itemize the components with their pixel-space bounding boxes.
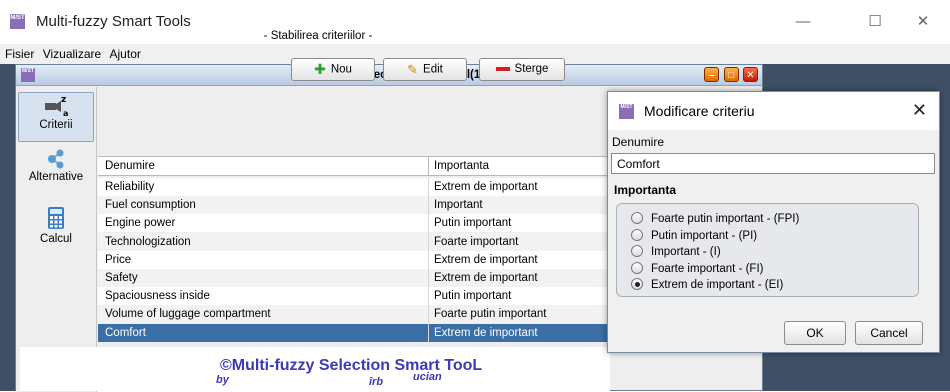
- delete-criterion-button[interactable]: Sterge: [479, 58, 565, 81]
- criteria-icon: z a: [45, 95, 68, 118]
- edit-criterion-dialog: M/ST Modificare criteriu ✕ Denumire Comf…: [607, 91, 940, 353]
- menu-bar: Fisier Vizualizare Ajutor: [0, 44, 950, 64]
- table-row[interactable]: Comfort Extrem de important: [98, 323, 608, 342]
- cell-importanta: Putin important: [434, 290, 512, 303]
- footer-title: ©Multi-fuzzy Selection Smart TooL: [220, 357, 483, 374]
- importance-radio-group: Foarte putin important - (FPI) Putin impo…: [616, 203, 919, 297]
- sidebar-item-label: Calcul: [40, 233, 72, 245]
- cell-denumire: Volume of luggage compartment: [105, 308, 271, 321]
- criteria-table-header: Denumire Importanta: [98, 156, 608, 176]
- edit-criterion-button[interactable]: ✎ Edit: [383, 58, 467, 81]
- cell-importanta: Extrem de important: [434, 253, 538, 266]
- table-row[interactable]: Fuel consumption Important: [98, 196, 608, 215]
- menu-ajutor[interactable]: Ajutor: [110, 44, 141, 61]
- dialog-close-icon[interactable]: ✕: [912, 100, 927, 121]
- importance-option[interactable]: Putin important - (PI): [631, 228, 758, 242]
- sidebar-item-label: Alternative: [28, 171, 84, 183]
- dialog-logo-icon: M/ST: [619, 104, 634, 119]
- importance-option[interactable]: Extrem de important - (EI): [631, 278, 783, 291]
- ok-button[interactable]: OK: [784, 321, 846, 345]
- cancel-button[interactable]: Cancel: [855, 321, 923, 345]
- cell-denumire: Engine power: [105, 217, 176, 230]
- cell-denumire: Reliability: [105, 181, 155, 193]
- criteria-heading: - Stabilirea criteriilor -: [263, 30, 373, 42]
- sidebar-item-label: Criterii: [39, 119, 73, 131]
- add-criterion-button[interactable]: ✚ Nou: [291, 58, 375, 81]
- importance-option[interactable]: Foarte important - (FI): [631, 261, 764, 275]
- cell-importanta: Extrem de important: [434, 181, 538, 193]
- cell-importanta: Extrem de important: [434, 272, 538, 284]
- cell-importanta: Putin important: [434, 217, 512, 230]
- table-row[interactable]: Spaciousness inside Putin important: [98, 287, 608, 306]
- table-row[interactable]: Engine power Putin important: [98, 214, 608, 233]
- cell-denumire: Technologization: [105, 235, 191, 248]
- footer-by: by: [216, 374, 229, 386]
- dialog-titlebar[interactable]: M/ST Modificare criteriu ✕: [608, 92, 939, 130]
- radio-label: Important - (I): [651, 246, 721, 258]
- footer-credit: ©Multi-fuzzy Selection Smart TooL by îrb…: [20, 347, 610, 391]
- app-logo-icon: M/ST: [10, 14, 25, 29]
- table-row[interactable]: Technologization Foarte important: [98, 232, 608, 251]
- cell-importanta: Important: [434, 199, 483, 212]
- table-row[interactable]: Volume of luggage compartment Foarte puti…: [98, 305, 608, 324]
- radio-label: Foarte putin important - (FPI): [651, 213, 800, 225]
- menu-vizualizare[interactable]: Vizualizare: [43, 44, 101, 61]
- radio-label: Extrem de important - (EI): [651, 279, 784, 291]
- footer-irb: îrb: [369, 376, 384, 388]
- sidebar-item-alternative[interactable]: Alternative: [18, 147, 94, 197]
- column-header-importanta[interactable]: Importanta: [434, 160, 489, 172]
- cell-importanta: Extrem de important: [434, 326, 538, 339]
- name-field[interactable]: Comfort: [611, 153, 935, 174]
- radio-button[interactable]: [631, 261, 643, 274]
- app-title: Multi-fuzzy Smart Tools: [36, 13, 191, 30]
- maximize-button[interactable]: ☐: [852, 10, 898, 34]
- radio-button[interactable]: [631, 278, 643, 290]
- importance-option[interactable]: Important - (I): [631, 245, 721, 258]
- pencil-icon: ✎: [407, 62, 419, 77]
- column-header-denumire[interactable]: Denumire: [105, 160, 155, 172]
- cell-importanta: Foarte important: [434, 235, 519, 248]
- plus-icon: ✚: [314, 61, 326, 77]
- minimize-button[interactable]: —: [780, 10, 826, 34]
- close-button[interactable]: ✕: [900, 10, 946, 34]
- radio-label: Putin important - (PI): [651, 229, 758, 242]
- frame-minimize-button[interactable]: –: [704, 67, 720, 82]
- radio-button[interactable]: [631, 212, 643, 224]
- frame-close-button[interactable]: ✕: [743, 67, 758, 82]
- menu-fisier[interactable]: Fisier: [5, 44, 34, 61]
- calculator-icon: [48, 207, 64, 229]
- svg-text:a: a: [63, 109, 68, 118]
- radio-button[interactable]: [631, 245, 643, 257]
- sidebar-item-criterii[interactable]: z a Criterii: [18, 92, 94, 142]
- cell-denumire: Fuel consumption: [105, 199, 196, 212]
- svg-text:z: z: [61, 95, 66, 105]
- table-row[interactable]: Safety Extrem de important: [98, 269, 608, 287]
- table-row[interactable]: Reliability Extrem de important: [98, 178, 608, 196]
- importance-option[interactable]: Foarte putin important - (FPI): [631, 212, 799, 225]
- share-nodes-icon: [48, 149, 64, 169]
- cell-importanta: Foarte putin important: [434, 308, 547, 321]
- cell-denumire: Spaciousness inside: [105, 290, 210, 303]
- cell-denumire: Price: [105, 253, 132, 266]
- radio-label: Foarte important - (FI): [651, 262, 764, 275]
- radio-button[interactable]: [631, 228, 643, 241]
- name-label: Denumire: [612, 135, 665, 149]
- importance-label: Importanta: [614, 183, 677, 197]
- cell-denumire: Comfort: [105, 326, 146, 339]
- frame-maximize-button[interactable]: □: [723, 67, 739, 82]
- minus-icon: [495, 66, 510, 71]
- sidebar-item-calcul[interactable]: Calcul: [18, 205, 94, 261]
- footer-ucian: ucian: [413, 371, 442, 383]
- dialog-title: Modificare criteriu: [644, 103, 755, 119]
- table-row[interactable]: Price Extrem de important: [98, 250, 608, 269]
- cell-denumire: Safety: [105, 272, 138, 284]
